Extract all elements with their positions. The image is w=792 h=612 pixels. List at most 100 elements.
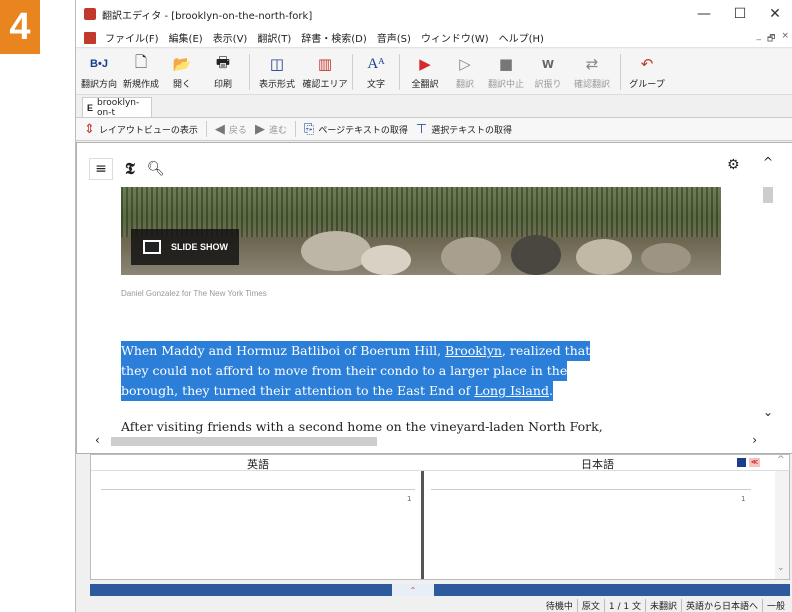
menu-window[interactable]: ウィンドウ(W) bbox=[416, 30, 494, 45]
forward-button[interactable]: ▶ 進む bbox=[255, 122, 287, 137]
hamburger-menu-icon[interactable]: ≡ bbox=[89, 158, 113, 180]
scroll-up-icon[interactable]: ^ bbox=[763, 155, 773, 169]
menu-voice[interactable]: 音声(S) bbox=[372, 30, 416, 45]
menu-file[interactable]: ファイル(F) bbox=[100, 30, 164, 45]
target-line-number: 1 bbox=[741, 495, 746, 503]
search-icon[interactable]: 🔍︎ bbox=[147, 161, 165, 177]
menu-translate[interactable]: 翻訳(T) bbox=[252, 30, 296, 45]
step-number-badge: 4 bbox=[0, 0, 40, 54]
get-selected-text-label: 選択テキストの取得 bbox=[431, 125, 512, 136]
target-text-line[interactable] bbox=[431, 489, 751, 490]
toolbar-separator bbox=[249, 54, 250, 90]
photo-rock bbox=[301, 231, 371, 271]
scroll-thumb[interactable] bbox=[763, 187, 773, 203]
pane-splitter-bar[interactable] bbox=[90, 584, 790, 596]
display-format-label: 表示形式 bbox=[258, 80, 295, 90]
menu-dictionary[interactable]: 辞書・検索(D) bbox=[296, 30, 372, 45]
app-icon bbox=[84, 8, 96, 20]
close-button[interactable]: ✕ bbox=[757, 0, 792, 28]
alternatives-label: 訳振り bbox=[534, 80, 562, 90]
pane-scroll-down-icon[interactable]: ⌄ bbox=[777, 563, 785, 573]
gear-icon[interactable]: ⚙ bbox=[727, 157, 740, 173]
layout-view-button[interactable]: ⇕ レイアウトビューの表示 bbox=[84, 122, 198, 137]
forward-label: 進む bbox=[268, 125, 287, 136]
expand-chevron-icon[interactable]: ⌃ bbox=[392, 584, 434, 596]
new-document-icon: 🗋 bbox=[134, 52, 148, 71]
title-bar: 翻訳エディタ - [brooklyn-on-the-north-fork] — … bbox=[76, 0, 792, 28]
confirm-translate-icon: ⇄ bbox=[585, 55, 599, 73]
translate-button[interactable]: ▷ 翻訳 bbox=[447, 49, 483, 93]
open-button[interactable]: 📂 開く bbox=[164, 49, 200, 93]
translate-label: 翻訳 bbox=[455, 80, 474, 90]
mdi-minimize-button[interactable]: _ bbox=[757, 31, 762, 47]
pane-scroll-up-icon[interactable]: ^ bbox=[777, 455, 785, 465]
mdi-restore-button[interactable]: 🗗 bbox=[767, 31, 775, 47]
status-mode: 原文 bbox=[576, 598, 604, 612]
scroll-down-icon[interactable]: ⌄ bbox=[763, 405, 773, 419]
stop-icon: ■ bbox=[498, 55, 514, 73]
translation-pane: 英語 日本語 ≪ ^ 1 1 ⌄ bbox=[90, 454, 791, 580]
print-label: 印刷 bbox=[213, 80, 232, 90]
confirm-area-icon: ▥ bbox=[317, 55, 333, 73]
alternatives-button[interactable]: W 訳振り bbox=[529, 49, 567, 93]
target-language-label: 日本語 bbox=[581, 458, 614, 471]
paragraph-text: borough, they turned their attention to … bbox=[121, 383, 475, 398]
direction-button[interactable]: B•J 翻訳方向 bbox=[80, 49, 118, 93]
scroll-right-icon[interactable]: › bbox=[752, 433, 757, 447]
brooklyn-link[interactable]: Brooklyn bbox=[445, 343, 502, 358]
document-tab-letter: E bbox=[87, 102, 94, 113]
text-button[interactable]: Aᴬ 文字 bbox=[356, 49, 396, 93]
group-button[interactable]: ↶ グループ bbox=[624, 49, 670, 93]
site-logo[interactable]: 𝕿 bbox=[125, 159, 135, 179]
long-island-link[interactable]: Long Island bbox=[474, 383, 549, 398]
maximize-button[interactable]: ☐ bbox=[722, 0, 758, 28]
slide-show-button[interactable]: SLIDE SHOW bbox=[131, 229, 239, 265]
source-text-line[interactable] bbox=[101, 489, 415, 490]
back-arrow-icon: ◀ bbox=[214, 121, 225, 137]
get-selected-text-button[interactable]: ⊤ 選択テキストの取得 bbox=[416, 122, 512, 137]
mdi-close-button[interactable]: × bbox=[781, 31, 789, 47]
print-button[interactable]: 🖶 印刷 bbox=[200, 49, 246, 93]
confirm-translate-button[interactable]: ⇄ 確認翻訳 bbox=[567, 49, 617, 93]
translation-editor-window: 翻訳エディタ - [brooklyn-on-the-north-fork] — … bbox=[75, 0, 792, 612]
back-label: 戻る bbox=[228, 125, 247, 136]
paragraph-line: they could not afford to move from their… bbox=[121, 361, 568, 381]
horizontal-scroll-thumb[interactable] bbox=[111, 437, 377, 446]
group-label: グループ bbox=[629, 80, 665, 90]
pane-mode-icon[interactable] bbox=[737, 458, 746, 467]
slide-show-label: SLIDE SHOW bbox=[171, 242, 229, 252]
document-tab[interactable]: E brooklyn-on-t bbox=[82, 97, 152, 118]
new-button[interactable]: 🗋 新規作成 bbox=[118, 49, 164, 93]
paragraph-line: borough, they turned their attention to … bbox=[121, 381, 553, 401]
photo-rock bbox=[361, 245, 411, 275]
selected-paragraph[interactable]: When Maddy and Hormuz Batliboi of Boerum… bbox=[121, 341, 681, 401]
stop-label: 翻訳中止 bbox=[487, 80, 524, 90]
document-icon[interactable] bbox=[84, 31, 96, 44]
back-button[interactable]: ◀ 戻る bbox=[215, 122, 247, 137]
horizontal-scrollbar[interactable]: ‹ › bbox=[89, 433, 761, 448]
menu-help[interactable]: ヘルプ(H) bbox=[494, 30, 549, 45]
toolbar-separator bbox=[620, 54, 621, 90]
confirm-area-button[interactable]: ▥ 確認エリア bbox=[301, 49, 349, 93]
stop-button[interactable]: ■ 翻訳中止 bbox=[483, 49, 529, 93]
scroll-left-icon[interactable]: ‹ bbox=[95, 433, 100, 447]
display-format-icon: ◫ bbox=[269, 55, 285, 73]
pane-header: 英語 日本語 ≪ ^ bbox=[91, 455, 791, 471]
folder-open-icon: 📂 bbox=[172, 55, 192, 73]
status-translated: 未翻訳 bbox=[644, 598, 681, 612]
photo-rock bbox=[641, 243, 691, 273]
text-label: 文字 bbox=[366, 80, 385, 90]
pane-scrollbar[interactable]: ⌄ bbox=[775, 471, 789, 579]
menu-view[interactable]: 表示(V) bbox=[208, 30, 253, 45]
minimize-button[interactable]: — bbox=[686, 0, 722, 28]
vertical-scrollbar[interactable]: ^ ⌄ bbox=[761, 143, 775, 435]
menu-edit[interactable]: 編集(E) bbox=[164, 30, 208, 45]
display-format-button[interactable]: ◫ 表示形式 bbox=[253, 49, 301, 93]
translate-all-button[interactable]: ▶ 全翻訳 bbox=[403, 49, 447, 93]
direction-icon: B•J bbox=[90, 58, 108, 70]
pane-splitter[interactable] bbox=[421, 471, 424, 579]
open-label: 開く bbox=[172, 80, 191, 90]
alternatives-icon: W bbox=[541, 57, 555, 71]
get-page-text-button[interactable]: ⎘ ページテキストの取得 bbox=[304, 122, 408, 137]
pane-collapse-icon[interactable]: ≪ bbox=[749, 458, 760, 467]
